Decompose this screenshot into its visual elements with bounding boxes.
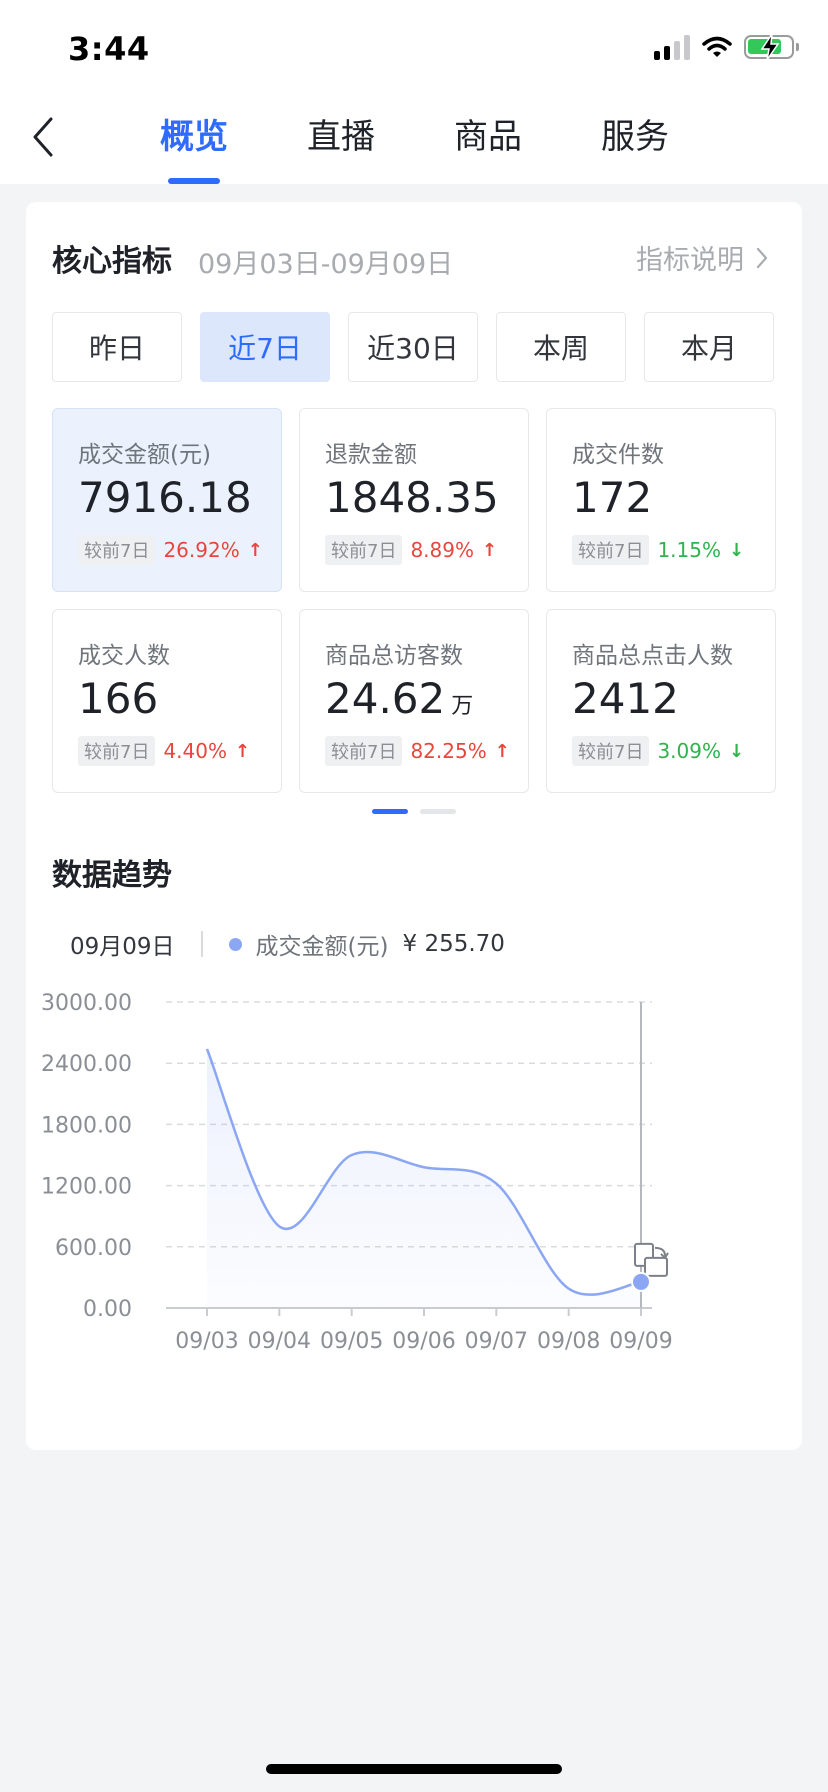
metric-value: 24.62 万 <box>325 674 474 723</box>
metric-card-buyers[interactable]: 成交人数 166 较前7日 4.40% ↑ <box>52 609 282 793</box>
metric-card-items-sold[interactable]: 成交件数 172 较前7日 1.15% ↓ <box>546 408 776 592</box>
range-yesterday-button[interactable]: 昨日 <box>52 312 182 382</box>
x-tick-label: 09/09 <box>609 1329 672 1354</box>
series-dot-icon <box>228 937 242 951</box>
compare-value: 4.40% <box>163 739 227 763</box>
trend-title: 数据趋势 <box>52 858 172 893</box>
wifi-icon <box>702 36 732 57</box>
metric-unit: 万 <box>451 694 474 719</box>
compare-value: 8.89% <box>410 538 474 562</box>
tab-products[interactable]: 商品 <box>454 112 522 162</box>
metric-label: 成交件数 <box>572 442 664 468</box>
y-tick-label: 2400.00 <box>41 1052 132 1077</box>
metric-label: 商品总点击人数 <box>572 643 733 669</box>
x-tick-label: 09/07 <box>465 1329 528 1354</box>
core-metrics-card: 核心指标 09月03日-09月09日 指标说明 昨日 近7日 近30日 本周 本… <box>26 202 802 1450</box>
x-tick-label: 09/05 <box>320 1329 383 1354</box>
metric-value: 1848.35 <box>325 473 499 522</box>
y-tick-label: 3000.00 <box>41 991 132 1016</box>
date-range: 09月03日-09月09日 <box>198 249 454 280</box>
trend-line-chart[interactable]: 0.00 600.00 1200.00 1800.00 2400.00 3000.00 09… <box>26 982 802 1422</box>
compare-tag: 较前7日 <box>78 535 156 565</box>
compare-tag: 较前7日 <box>572 736 650 766</box>
compare-value: 26.92% <box>163 538 240 562</box>
x-tick-label: 09/08 <box>537 1329 600 1354</box>
back-button[interactable] <box>18 112 68 162</box>
range-7days-button[interactable]: 近7日 <box>200 312 330 382</box>
metric-label: 成交人数 <box>78 643 170 669</box>
compare-value: 3.09% <box>657 739 721 763</box>
range-this-month-button[interactable]: 本月 <box>644 312 774 382</box>
highlight-point <box>631 1271 651 1292</box>
battery-icon <box>744 33 799 61</box>
range-30days-button[interactable]: 近30日 <box>348 312 478 382</box>
header-area: 3:44 概览 直播 商品 服务 <box>0 0 828 184</box>
legend-value: ¥ 255.70 <box>402 931 505 957</box>
arrow-up-icon: ↑ <box>494 740 510 762</box>
home-indicator <box>266 1764 562 1774</box>
range-this-week-button[interactable]: 本周 <box>496 312 626 382</box>
tab-service[interactable]: 服务 <box>601 112 669 162</box>
metric-compare: 较前7日 3.09% ↓ <box>572 736 744 766</box>
metric-value: 7916.18 <box>78 473 252 522</box>
arrow-up-icon: ↑ <box>235 740 251 762</box>
arrow-up-icon: ↑ <box>482 539 498 561</box>
arrow-up-icon: ↑ <box>247 539 263 561</box>
y-tick-label: 600.00 <box>55 1236 132 1261</box>
metric-value: 172 <box>572 473 653 522</box>
metric-card-visitors[interactable]: 商品总访客数 24.62 万 较前7日 82.25% ↑ <box>299 609 529 793</box>
rotate-icon <box>634 1242 669 1277</box>
compare-tag: 较前7日 <box>572 535 650 565</box>
metric-value: 2412 <box>572 674 679 723</box>
x-tick-label: 09/06 <box>392 1329 455 1354</box>
metric-explain-label: 指标说明 <box>636 245 744 276</box>
chart-tooltip-legend: 09月09日 成交金额(元) ¥ 255.70 <box>70 924 505 964</box>
tab-overview[interactable]: 概览 <box>160 112 228 162</box>
series-area <box>207 1048 641 1308</box>
status-time: 3:44 <box>68 30 150 68</box>
legend-date: 09月09日 <box>70 934 175 960</box>
top-nav: 概览 直播 商品 服务 <box>0 100 828 184</box>
metric-value: 166 <box>78 674 159 723</box>
chevron-right-icon <box>756 247 768 268</box>
metric-explain-link[interactable]: 指标说明 <box>636 238 768 277</box>
compare-tag: 较前7日 <box>325 736 403 766</box>
metric-compare: 较前7日 82.25% ↑ <box>325 736 510 766</box>
x-tick-label: 09/04 <box>248 1329 311 1354</box>
tab-active-indicator <box>168 178 220 184</box>
metric-compare: 较前7日 26.92% ↑ <box>78 535 263 565</box>
pager-dot-active <box>372 809 408 814</box>
legend-series-name: 成交金额(元) <box>255 934 389 960</box>
metric-label: 退款金额 <box>325 442 417 468</box>
compare-tag: 较前7日 <box>78 736 156 766</box>
x-tick-label: 09/03 <box>175 1329 238 1354</box>
metric-compare: 较前7日 1.15% ↓ <box>572 535 744 565</box>
y-tick-label: 0.00 <box>83 1297 132 1322</box>
status-bar: 3:44 <box>0 0 828 100</box>
status-icons <box>654 33 799 61</box>
y-tick-label: 1800.00 <box>41 1113 132 1138</box>
metric-card-clicks[interactable]: 商品总点击人数 2412 较前7日 3.09% ↓ <box>546 609 776 793</box>
y-tick-label: 1200.00 <box>41 1175 132 1200</box>
tab-live[interactable]: 直播 <box>307 112 375 162</box>
metric-compare: 较前7日 8.89% ↑ <box>325 535 497 565</box>
compare-value: 82.25% <box>410 739 487 763</box>
metric-compare: 较前7日 4.40% ↑ <box>78 736 250 766</box>
metric-label: 商品总访客数 <box>325 643 463 669</box>
legend-divider <box>200 931 203 957</box>
chevron-left-icon <box>33 117 53 157</box>
arrow-down-icon: ↓ <box>729 740 745 762</box>
metric-label: 成交金额(元) <box>78 442 211 468</box>
compare-tag: 较前7日 <box>325 535 403 565</box>
pager-dot <box>420 809 456 814</box>
metric-card-gmv[interactable]: 成交金额(元) 7916.18 较前7日 26.92% ↑ <box>52 408 282 592</box>
core-metrics-title: 核心指标 <box>52 244 172 279</box>
compare-value: 1.15% <box>657 538 721 562</box>
signal-icon <box>654 34 690 60</box>
metric-card-refund[interactable]: 退款金额 1848.35 较前7日 8.89% ↑ <box>299 408 529 592</box>
arrow-down-icon: ↓ <box>729 539 745 561</box>
